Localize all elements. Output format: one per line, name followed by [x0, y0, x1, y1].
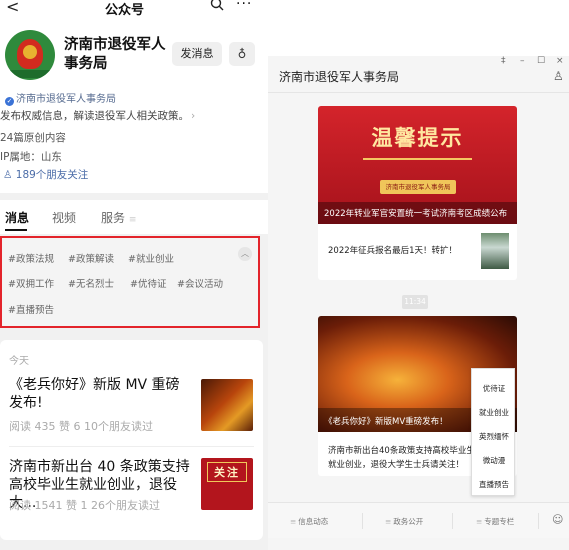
tag-live-preview[interactable]: #直播预告 — [8, 302, 54, 316]
menu-separator — [452, 513, 453, 529]
feed-divider — [9, 446, 254, 447]
titlebar-divider — [268, 92, 569, 93]
banner-badge: 济南市退役军人事务局 — [380, 180, 456, 194]
friends-following-text: 189个朋友关注 — [15, 169, 89, 181]
emblem-star — [23, 45, 37, 59]
tag-unknown-martyrs[interactable]: #无名烈士 — [68, 276, 114, 290]
nav-title: 公众号 — [105, 3, 145, 18]
send-message-button[interactable]: 发消息 — [172, 42, 222, 66]
tab-services[interactable]: 服务 ≡ — [101, 209, 136, 226]
chat-title: 济南市退役军人事务局 — [279, 70, 400, 84]
account-name: 济南市退役军人事务局 — [64, 37, 166, 72]
active-tab-indicator — [5, 229, 27, 231]
menu-government-affairs[interactable]: ≡ 政务公开 — [385, 516, 423, 527]
more-icon[interactable]: ··· — [236, 0, 252, 12]
pin-icon[interactable]: ‡ — [501, 56, 506, 66]
menu-label: 专题专栏 — [484, 517, 515, 526]
profile-icon[interactable]: ♙ — [553, 69, 564, 83]
message-timestamp: 11:34 — [402, 295, 428, 309]
submenu-item[interactable]: 直播预告 — [472, 479, 516, 490]
banner-caption: 2022年转业军官安置统一考试济南考区成绩公布 — [324, 209, 508, 219]
tab-messages[interactable]: 消息 — [5, 209, 29, 226]
article-banner[interactable]: 温馨提示 济南市退役军人事务局 2022年转业军官安置统一考试济南考区成绩公布 — [318, 106, 517, 224]
original-count: 24篇原创内容 — [0, 132, 66, 144]
article-feed-card: 今天 《老兵你好》新版 MV 重磅发布! 阅读 435 赞 6 10个朋友读过 … — [0, 340, 263, 540]
verified-check-icon: ✓ — [5, 97, 14, 106]
tag-policy-interpretation[interactable]: #政策解读 — [68, 251, 114, 265]
feed-date-header: 今天 — [9, 356, 29, 367]
chevron-up-icon[interactable]: ︿ — [238, 247, 252, 261]
keyboard-toggle-icon[interactable]: ☺ — [552, 513, 563, 526]
person-icon-button[interactable]: ♁ — [229, 42, 255, 66]
tab-videos[interactable]: 视频 — [52, 209, 76, 226]
description-text: 发布权威信息，解读退役军人相关政策。 — [0, 110, 189, 122]
banner-title: 温馨提示 — [371, 126, 464, 150]
article-meta: 阅读 435 赞 6 10个朋友读过 — [9, 420, 153, 433]
tab-services-label: 服务 — [101, 211, 126, 225]
mobile-nav-bar: < 公众号 ··· — [0, 0, 268, 18]
close-icon[interactable]: × — [556, 56, 564, 66]
menu-separator — [538, 513, 539, 529]
article-item-title[interactable]: 济南市新出台40条政策支持高校毕业生就业创业，退役大学生士兵请关注！ — [328, 444, 478, 472]
account-description[interactable]: 发布权威信息，解读退役军人相关政策。 › — [0, 108, 195, 123]
article-title[interactable]: 《老兵你好》新版 MV 重磅发布! — [9, 376, 192, 412]
tag-double-support[interactable]: #双拥工作 — [8, 276, 54, 290]
chevron-right-icon: › — [191, 110, 196, 122]
menu-info-news[interactable]: ≡ 信息动态 — [290, 516, 328, 527]
menu-lines-icon: ≡ — [385, 517, 392, 526]
topic-tags-box: #政策法规 #政策解读 #就业创业 ︿ #双拥工作 #无名烈士 #优待证 #会议… — [0, 236, 260, 328]
banner-rule — [363, 158, 472, 160]
article-meta: 阅读 1541 赞 1 26个朋友读过 — [9, 499, 160, 512]
ip-location: IP属地：山东 — [0, 151, 62, 163]
mobile-profile-panel: < 公众号 ··· 济南市退役军人事务局 发消息 ♁ ✓ 济南市退役军人事务局 发… — [0, 0, 268, 550]
menu-special-topics[interactable]: ≡ 专题专栏 — [476, 516, 514, 527]
menu-label: 信息动态 — [298, 517, 329, 526]
submenu-item[interactable]: 微动漫 — [472, 455, 516, 466]
submenu-popup: 优待证 就业创业 英烈缅怀 微动漫 直播预告 — [471, 368, 515, 496]
search-icon[interactable] — [210, 0, 224, 11]
account-menu-bar: ≡ 信息动态 ≡ 政务公开 ≡ 专题专栏 ☺ — [268, 502, 569, 538]
menu-separator — [362, 513, 363, 529]
account-profile: 济南市退役军人事务局 发消息 ♁ ✓ 济南市退役军人事务局 发布权威信息，解读退役… — [0, 18, 268, 193]
submenu-item[interactable]: 英烈缅怀 — [472, 431, 516, 442]
article-message[interactable]: 温馨提示 济南市退役军人事务局 2022年转业军官安置统一考试济南考区成绩公布 … — [318, 106, 517, 280]
friends-following[interactable]: ♙ 189个朋友关注 — [3, 167, 88, 182]
emblem-ribbon — [5, 70, 55, 78]
menu-label: 政务公开 — [393, 517, 424, 526]
thumbnail-label: 关注 — [214, 466, 240, 479]
verified-row: ✓ 济南市退役军人事务局 — [5, 90, 116, 106]
image-caption: 《老兵你好》新版MV重磅发布！ — [324, 417, 448, 427]
screenshot-root: < 公众号 ··· 济南市退役军人事务局 发消息 ♁ ✓ 济南市退役军人事务局 发… — [0, 0, 569, 550]
menu-lines-icon: ≡ — [290, 517, 297, 526]
maximize-icon[interactable]: ☐ — [537, 56, 545, 66]
minimize-icon[interactable]: – — [520, 56, 525, 66]
account-avatar[interactable] — [5, 30, 55, 80]
tag-preferential-card[interactable]: #优待证 — [130, 276, 166, 290]
tag-policy-regulations[interactable]: #政策法规 — [8, 251, 54, 265]
submenu-item[interactable]: 就业创业 — [472, 407, 516, 418]
menu-lines-icon: ≡ — [128, 215, 137, 225]
back-icon[interactable]: < — [6, 0, 19, 16]
menu-lines-icon: ≡ — [476, 517, 483, 526]
desktop-chat-window: ‡ – ☐ × 济南市退役军人事务局 ♙ 温馨提示 济南市退役军人事务局 202… — [268, 56, 569, 550]
submenu-item[interactable]: 优待证 — [472, 383, 516, 394]
content-tabs: 消息 视频 服务 ≡ — [0, 200, 268, 234]
article-item-thumbnail[interactable] — [481, 233, 509, 269]
article-item-title[interactable]: 2022年征兵报名最后1天！转扩！ — [328, 244, 457, 256]
tag-meetings[interactable]: #会议活动 — [177, 276, 223, 290]
verified-text: 济南市退役军人事务局 — [16, 94, 116, 105]
friends-icon: ♙ — [3, 169, 16, 181]
tag-employment[interactable]: #就业创业 — [128, 251, 174, 265]
article-thumbnail[interactable] — [201, 379, 253, 431]
article-thumbnail[interactable]: 关注 — [201, 458, 253, 510]
